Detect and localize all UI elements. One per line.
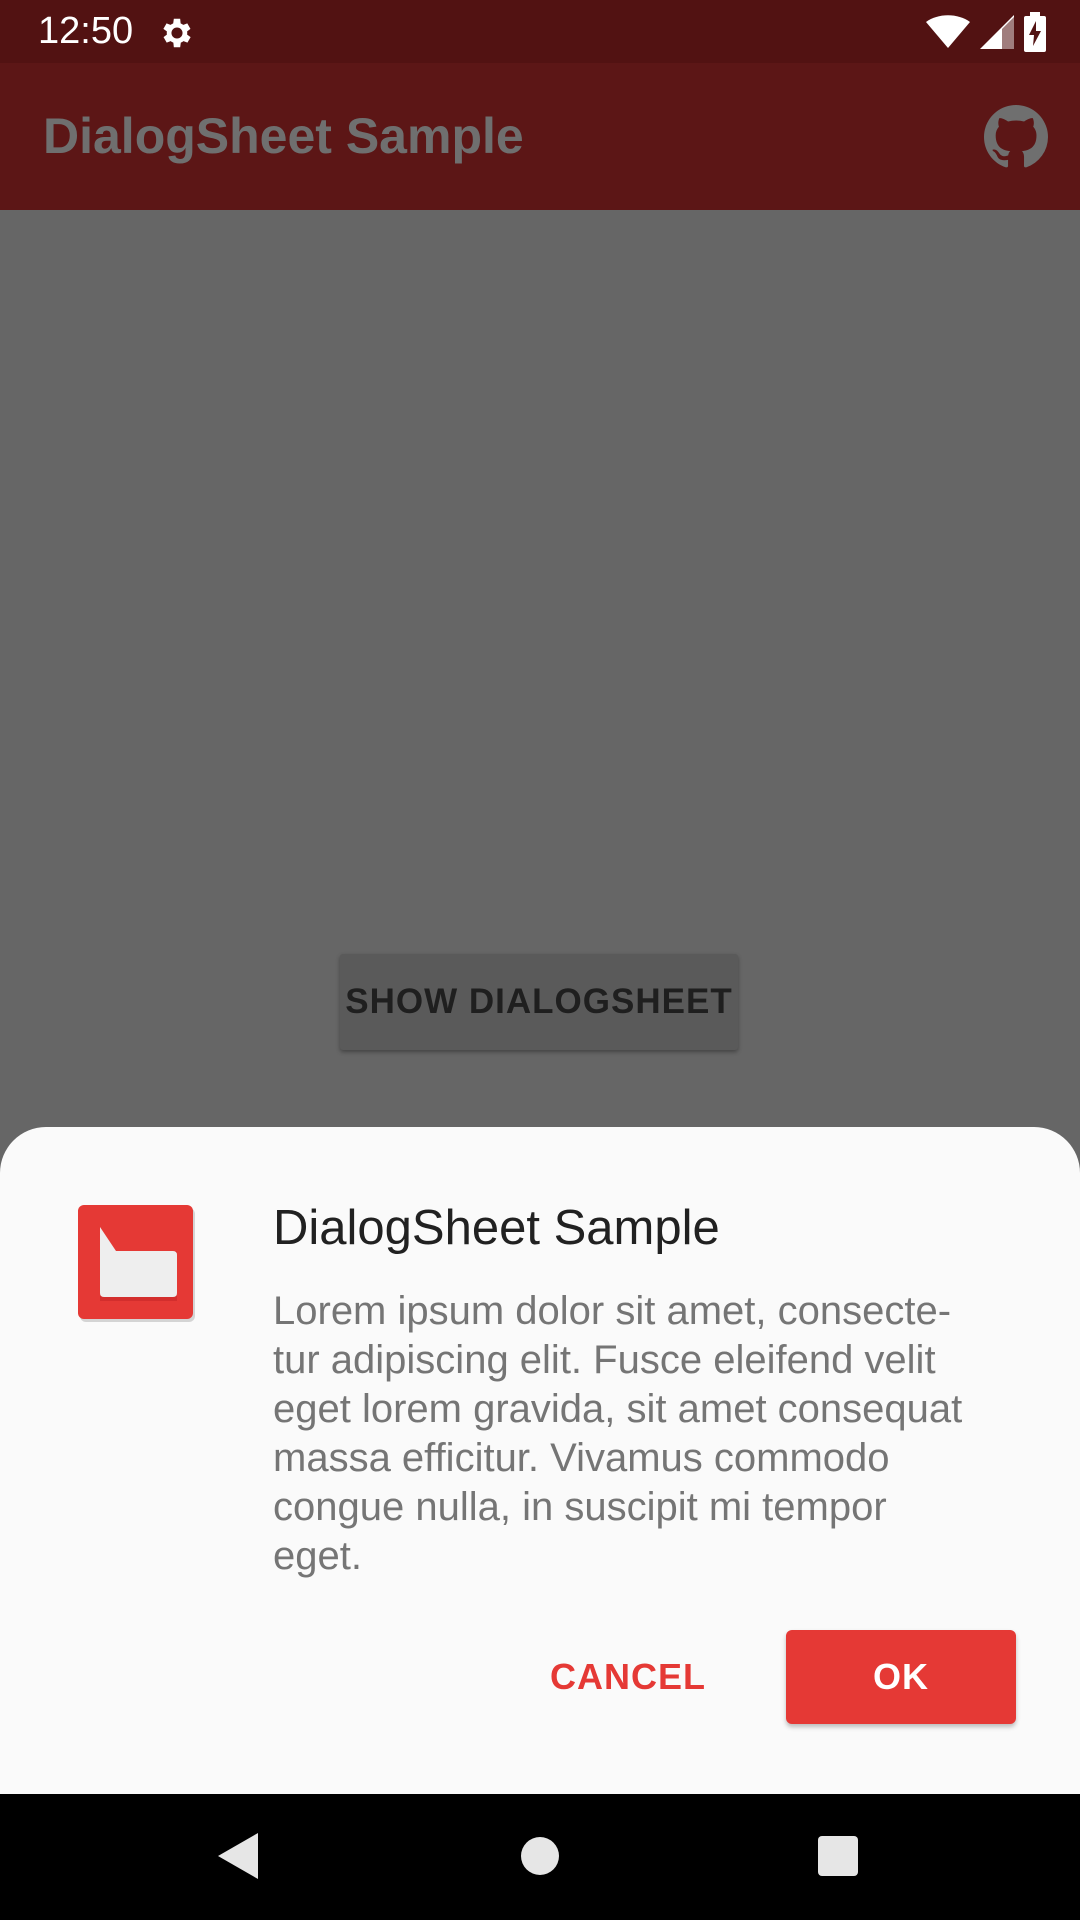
app-title: DialogSheet Sample bbox=[43, 108, 524, 164]
signal-icon bbox=[980, 15, 1014, 49]
cancel-button[interactable]: CANCEL bbox=[540, 1630, 716, 1724]
show-dialogsheet-button[interactable]: SHOW DIALOGSHEET bbox=[340, 954, 738, 1050]
github-icon[interactable] bbox=[984, 105, 1048, 169]
status-time: 12:50 bbox=[38, 10, 134, 52]
navigation-bar bbox=[0, 1794, 1080, 1920]
status-icons bbox=[926, 12, 1046, 52]
settings-icon bbox=[163, 18, 191, 48]
back-icon[interactable] bbox=[216, 1831, 260, 1881]
dialog-message: Lorem ipsum dolor sit amet, consecte- tu… bbox=[273, 1289, 963, 1578]
dialog-title: DialogSheet Sample bbox=[273, 1201, 720, 1255]
battery-charging-icon bbox=[1024, 12, 1046, 52]
recents-icon[interactable] bbox=[818, 1836, 858, 1876]
app-bar: DialogSheet Sample bbox=[0, 63, 1080, 210]
wifi-icon bbox=[926, 15, 970, 48]
home-icon[interactable] bbox=[520, 1836, 560, 1876]
dialog-sheet: DialogSheet Sample Lorem ipsum dolor sit… bbox=[0, 1127, 1080, 1794]
app-logo-icon bbox=[78, 1205, 195, 1322]
ok-button[interactable]: OK bbox=[786, 1630, 1016, 1724]
status-bar: 12:50 bbox=[0, 0, 1080, 63]
content-area: SHOW DIALOGSHEET bbox=[0, 210, 1080, 1127]
